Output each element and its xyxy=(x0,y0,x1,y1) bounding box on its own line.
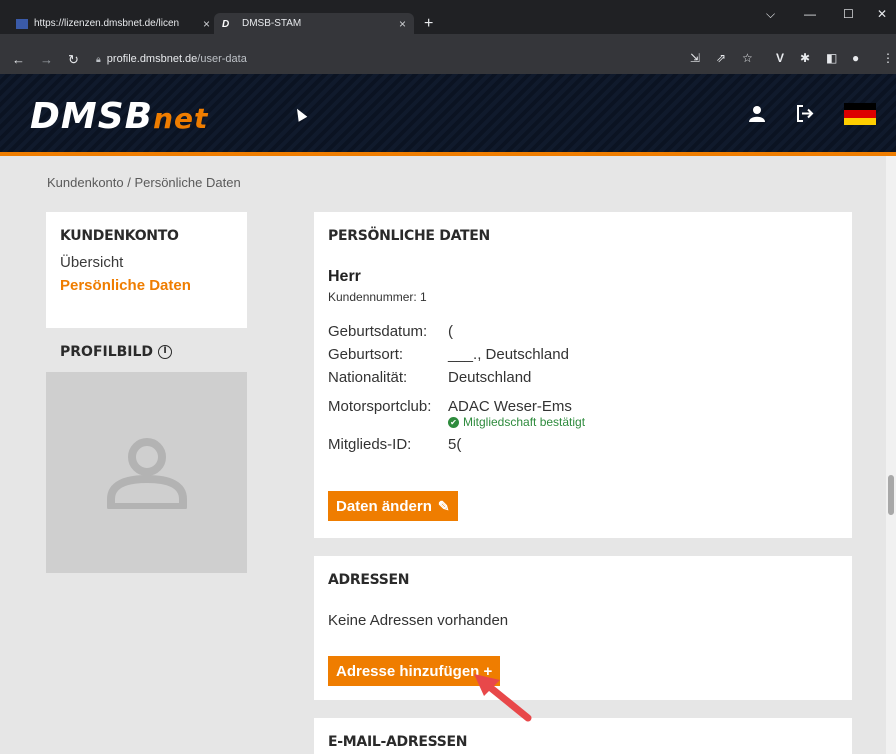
browser-tab-dmsb-stam[interactable]: D DMSB-STAM × xyxy=(214,13,414,34)
share-icon[interactable]: ⇗ xyxy=(716,51,726,65)
check-circle-icon: ✔ xyxy=(448,416,459,428)
pencil-icon: ✎ xyxy=(437,497,450,514)
profile-icon[interactable]: ● xyxy=(852,51,859,65)
breadcrumb[interactable]: Kundenkonto / Persönliche Daten xyxy=(47,175,241,190)
url-host: profile.dmsbnet.de xyxy=(106,53,198,65)
membership-status: ✔ Mitgliedschaft bestätigt xyxy=(448,415,838,429)
field-member-id: Mitglieds-ID: 5( xyxy=(328,436,462,453)
reload-icon[interactable]: ↻ xyxy=(68,52,79,68)
field-birthplace: Geburtsort: ___., Deutschland xyxy=(328,346,569,363)
close-tab-icon[interactable]: × xyxy=(399,17,406,31)
extension-v-icon[interactable]: V xyxy=(776,51,784,65)
browser-tab-lizenzen[interactable]: https://lizenzen.dmsbnet.de/licen × xyxy=(8,13,218,34)
new-tab-button[interactable]: + xyxy=(424,15,433,33)
tab-title: https://lizenzen.dmsbnet.de/licen xyxy=(34,18,180,29)
personal-data-title: Persönliche Daten xyxy=(328,228,490,244)
url-field[interactable]: 🔒︎ profile.dmsbnet.de /user-data xyxy=(96,50,676,68)
salutation: Herr xyxy=(328,268,361,285)
field-birthdate: Geburtsdatum:( xyxy=(328,323,453,340)
dmsb-favicon-icon: D xyxy=(222,18,230,30)
tab-search-icon[interactable]: ⌵ xyxy=(766,7,775,22)
profile-picture-placeholder[interactable] xyxy=(46,372,247,573)
logout-icon[interactable] xyxy=(796,105,814,127)
browser-tab-bar: https://lizenzen.dmsbnet.de/licen × D DM… xyxy=(0,0,896,34)
edit-data-button[interactable]: Daten ändern ✎ xyxy=(328,491,458,521)
sidebar-item-overview[interactable]: Übersicht xyxy=(60,254,233,271)
url-path: /user-data xyxy=(197,53,247,65)
german-flag-icon[interactable] xyxy=(844,103,876,125)
addresses-title: Adressen xyxy=(328,572,410,588)
bookmark-star-icon[interactable]: ☆ xyxy=(742,51,753,65)
sidepanel-icon[interactable]: ◧ xyxy=(826,51,837,65)
user-icon[interactable] xyxy=(749,105,765,127)
site-favicon-icon xyxy=(16,18,28,29)
install-app-icon[interactable]: ⇲ xyxy=(690,51,700,65)
field-nationality: Nationalität: Deutschland xyxy=(328,369,532,386)
close-window-button[interactable]: ✕ xyxy=(877,7,887,21)
account-sidebar: Kundenkonto Übersicht Persönliche Daten xyxy=(46,212,247,328)
personal-fields: Geburtsdatum:( Geburtsort: ___., Deutschl… xyxy=(328,320,838,456)
maximize-button[interactable]: ☐ xyxy=(843,7,854,21)
avatar-placeholder-icon xyxy=(106,437,187,509)
back-arrow-icon[interactable]: ← xyxy=(12,52,25,67)
scrollbar-thumb[interactable] xyxy=(888,475,894,515)
close-tab-icon[interactable]: × xyxy=(203,17,210,31)
email-addresses-title: E-Mail-Adressen xyxy=(328,734,468,750)
info-icon[interactable]: i xyxy=(158,345,173,359)
email-addresses-card: E-Mail-Adressen xyxy=(314,718,852,754)
forward-arrow-icon[interactable]: → xyxy=(40,52,53,67)
customer-number: Kundennummer: 1 xyxy=(328,290,427,304)
profile-picture-title: Profilbild i xyxy=(60,344,173,360)
page-scrollbar[interactable] xyxy=(886,156,896,754)
addresses-card: Adressen Keine Adressen vorhanden Adress… xyxy=(314,556,852,700)
personal-data-card: Persönliche Daten Herr Kundennummer: 1 G… xyxy=(314,212,852,538)
sidebar-item-personal-data[interactable]: Persönliche Daten xyxy=(60,277,233,294)
tab-title: DMSB-STAM xyxy=(242,18,302,29)
no-addresses-text: Keine Adressen vorhanden xyxy=(328,612,509,629)
minimize-button[interactable]: — xyxy=(804,7,816,21)
extensions-puzzle-icon[interactable]: ✱ xyxy=(800,51,810,65)
sidebar-title: Kundenkonto xyxy=(60,228,179,244)
dmsbnet-logo[interactable]: DMSBnet xyxy=(30,96,208,137)
browser-menu-icon[interactable]: ⋮ xyxy=(882,51,894,65)
annotation-arrow-icon xyxy=(474,674,532,722)
lock-icon: 🔒︎ xyxy=(96,53,101,64)
